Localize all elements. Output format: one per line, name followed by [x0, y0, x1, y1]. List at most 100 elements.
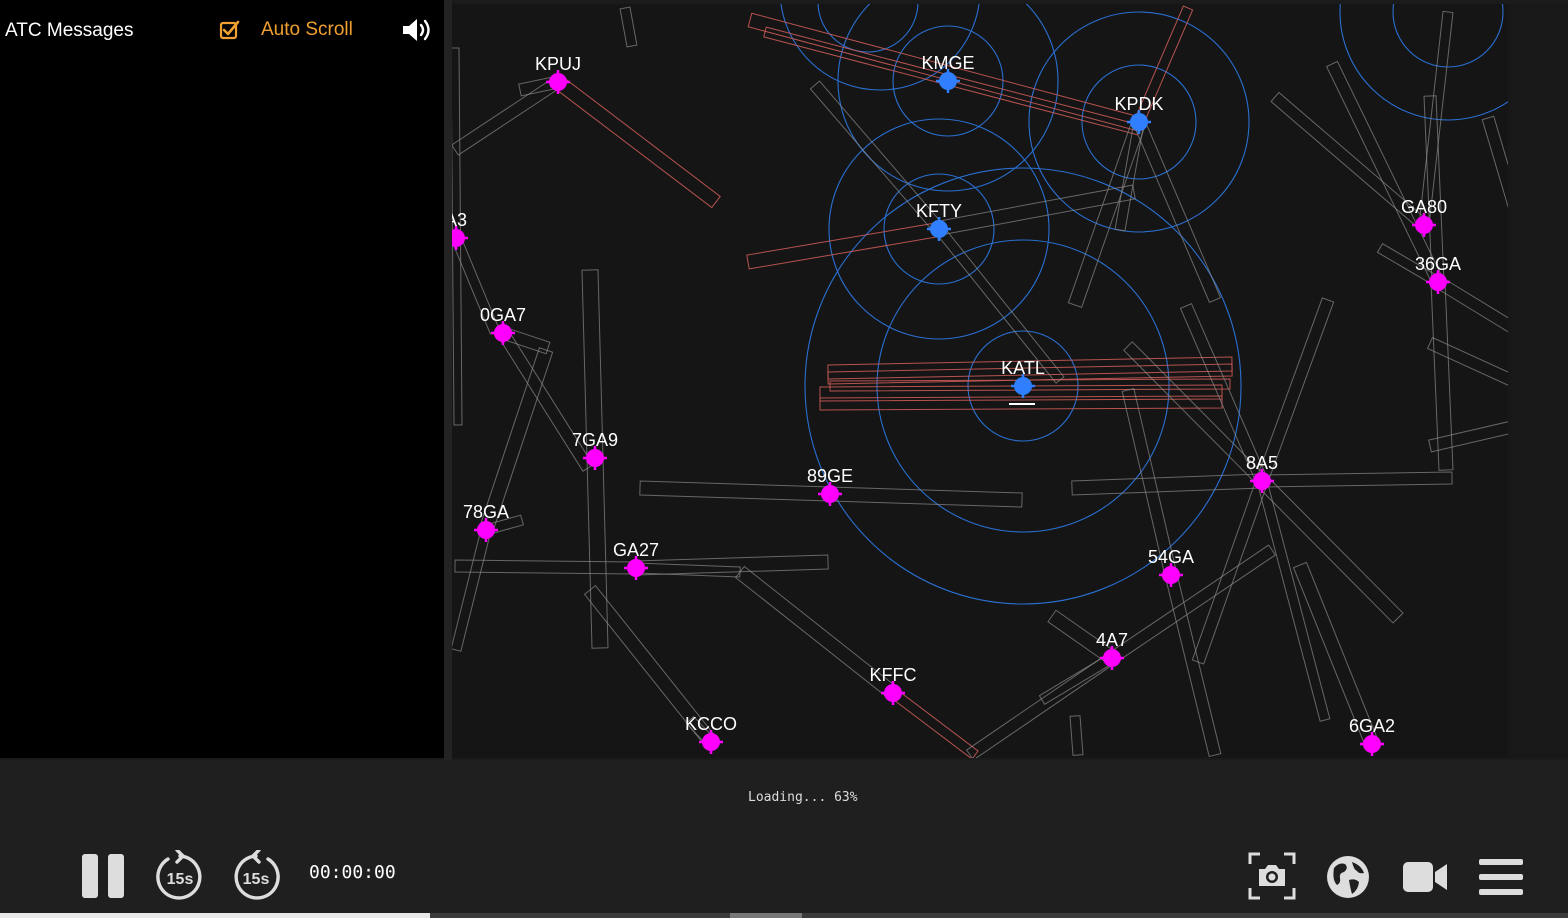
runway	[452, 528, 492, 652]
playback-bar: Loading... 63% 15s 15s 00:00:00	[0, 760, 1568, 918]
runway	[746, 222, 938, 270]
runway	[1069, 715, 1084, 756]
video-button[interactable]	[1401, 857, 1449, 897]
map-side-rail	[1508, 4, 1568, 758]
airport-marker[interactable]	[1130, 113, 1148, 131]
rewind-icon: 15s	[156, 848, 202, 900]
airport-label: 0GA7	[480, 305, 526, 325]
airport-marker[interactable]	[1103, 649, 1121, 667]
airport-54ga[interactable]: 54GA	[1148, 547, 1194, 587]
auto-scroll-label: Auto Scroll	[261, 19, 353, 40]
airport-marker[interactable]	[702, 733, 720, 751]
runway	[965, 652, 1117, 758]
airport-4a7[interactable]: 4A7	[1096, 630, 1128, 670]
airport-marker[interactable]	[549, 73, 567, 91]
runway	[1256, 475, 1404, 624]
airport-marker[interactable]	[1253, 472, 1271, 490]
runway	[1123, 341, 1267, 486]
airport-marker[interactable]	[821, 485, 839, 503]
runway	[1325, 60, 1445, 286]
rewind-15s-button[interactable]: 15s	[154, 848, 206, 902]
playback-progress-thumb[interactable]	[730, 913, 802, 918]
airport-marker[interactable]	[1363, 735, 1381, 753]
playback-time: 00:00:00	[309, 862, 396, 883]
playback-progress[interactable]	[0, 913, 1568, 918]
menu-button[interactable]	[1478, 857, 1524, 897]
airport-kpuj[interactable]: KPUJ	[535, 54, 581, 94]
airport-label: KFTY	[916, 201, 962, 221]
runway	[1132, 118, 1222, 304]
airport-marker[interactable]	[1429, 273, 1447, 291]
auto-scroll-toggle[interactable]: Auto Scroll	[219, 17, 353, 43]
video-camera-icon	[1403, 862, 1447, 892]
checkbox-checked-icon[interactable]	[219, 19, 241, 41]
airport-kcco[interactable]: KCCO	[685, 714, 737, 754]
airport-label: 89GE	[807, 466, 853, 486]
airspace-rings	[780, 4, 1557, 605]
playback-progress-fill	[0, 913, 430, 918]
screenshot-button[interactable]	[1248, 852, 1296, 900]
runway	[619, 6, 638, 48]
runway	[452, 76, 562, 156]
runway	[635, 554, 829, 576]
airport-label: 4A7	[1096, 630, 1128, 650]
airport-marker[interactable]	[627, 559, 645, 577]
airport-label: 54GA	[1148, 547, 1194, 567]
globe-button[interactable]	[1325, 854, 1371, 900]
camera-icon	[1248, 852, 1296, 900]
airport-label: 78GA	[463, 502, 509, 522]
loading-status: Loading... 63%	[748, 790, 858, 805]
airport-a3[interactable]: A3	[452, 210, 468, 250]
airport-marker[interactable]	[939, 72, 957, 90]
airport-marker[interactable]	[1014, 377, 1032, 395]
panel-divider[interactable]	[444, 0, 452, 760]
airports: KPUJKMGEKPDKKFTYKATLGA8036GA2GA1A30GA77G…	[452, 53, 1568, 756]
runway	[1071, 473, 1263, 496]
pause-icon	[82, 854, 124, 898]
airport-label: KMGE	[921, 53, 974, 73]
runway	[1256, 479, 1331, 722]
runway	[1430, 281, 1454, 471]
forward-label: 15s	[243, 871, 270, 888]
forward-15s-button[interactable]: 15s	[230, 848, 282, 902]
runway	[1038, 653, 1116, 705]
atc-messages-title: ATC Messages	[5, 20, 134, 41]
runway	[889, 688, 979, 758]
airport-label: 36GA	[1415, 254, 1461, 274]
forward-icon: 15s	[234, 848, 280, 900]
airport-label: 6GA2	[1349, 716, 1395, 736]
pause-button[interactable]	[80, 852, 128, 900]
airspace-ring	[837, 4, 1059, 192]
airport-marker[interactable]	[452, 229, 465, 247]
rewind-label: 15s	[167, 871, 194, 888]
airport-marker[interactable]	[586, 449, 604, 467]
airport-marker[interactable]	[884, 684, 902, 702]
airport-kmge[interactable]: KMGE	[921, 53, 975, 93]
runways	[452, 5, 1568, 758]
airport-kfty[interactable]: KFTY	[916, 201, 962, 241]
airport-marker[interactable]	[930, 220, 948, 238]
airport-label: GA80	[1401, 197, 1447, 217]
runway	[1261, 471, 1453, 488]
airport-label: KCCO	[685, 714, 737, 734]
atc-messages-panel: ATC Messages Auto Scroll	[0, 0, 444, 758]
airspace-map[interactable]: KPUJKMGEKPDKKFTYKATLGA8036GA2GA1A30GA77G…	[452, 4, 1568, 758]
speaker-volume-icon[interactable]	[400, 16, 434, 44]
airport-marker[interactable]	[494, 324, 512, 342]
airport-label: 8A5	[1246, 453, 1278, 473]
runway	[1164, 572, 1222, 758]
airport-6ga2[interactable]: 6GA2	[1349, 716, 1395, 756]
airport-ga80[interactable]: GA80	[1401, 197, 1447, 237]
airport-36ga[interactable]: 36GA	[1415, 254, 1461, 294]
airport-label: GA27	[613, 540, 659, 560]
runway	[1418, 10, 1454, 227]
airport-kpdk[interactable]: KPDK	[1114, 94, 1164, 134]
airport-marker[interactable]	[477, 521, 495, 539]
airport-marker[interactable]	[1162, 566, 1180, 584]
airport-78ga[interactable]: 78GA	[463, 502, 509, 542]
runway	[1067, 119, 1147, 308]
globe-icon	[1327, 856, 1369, 898]
airport-label: KPDK	[1114, 94, 1163, 114]
airport-katl[interactable]: KATL	[1001, 358, 1045, 398]
airport-marker[interactable]	[1415, 216, 1433, 234]
